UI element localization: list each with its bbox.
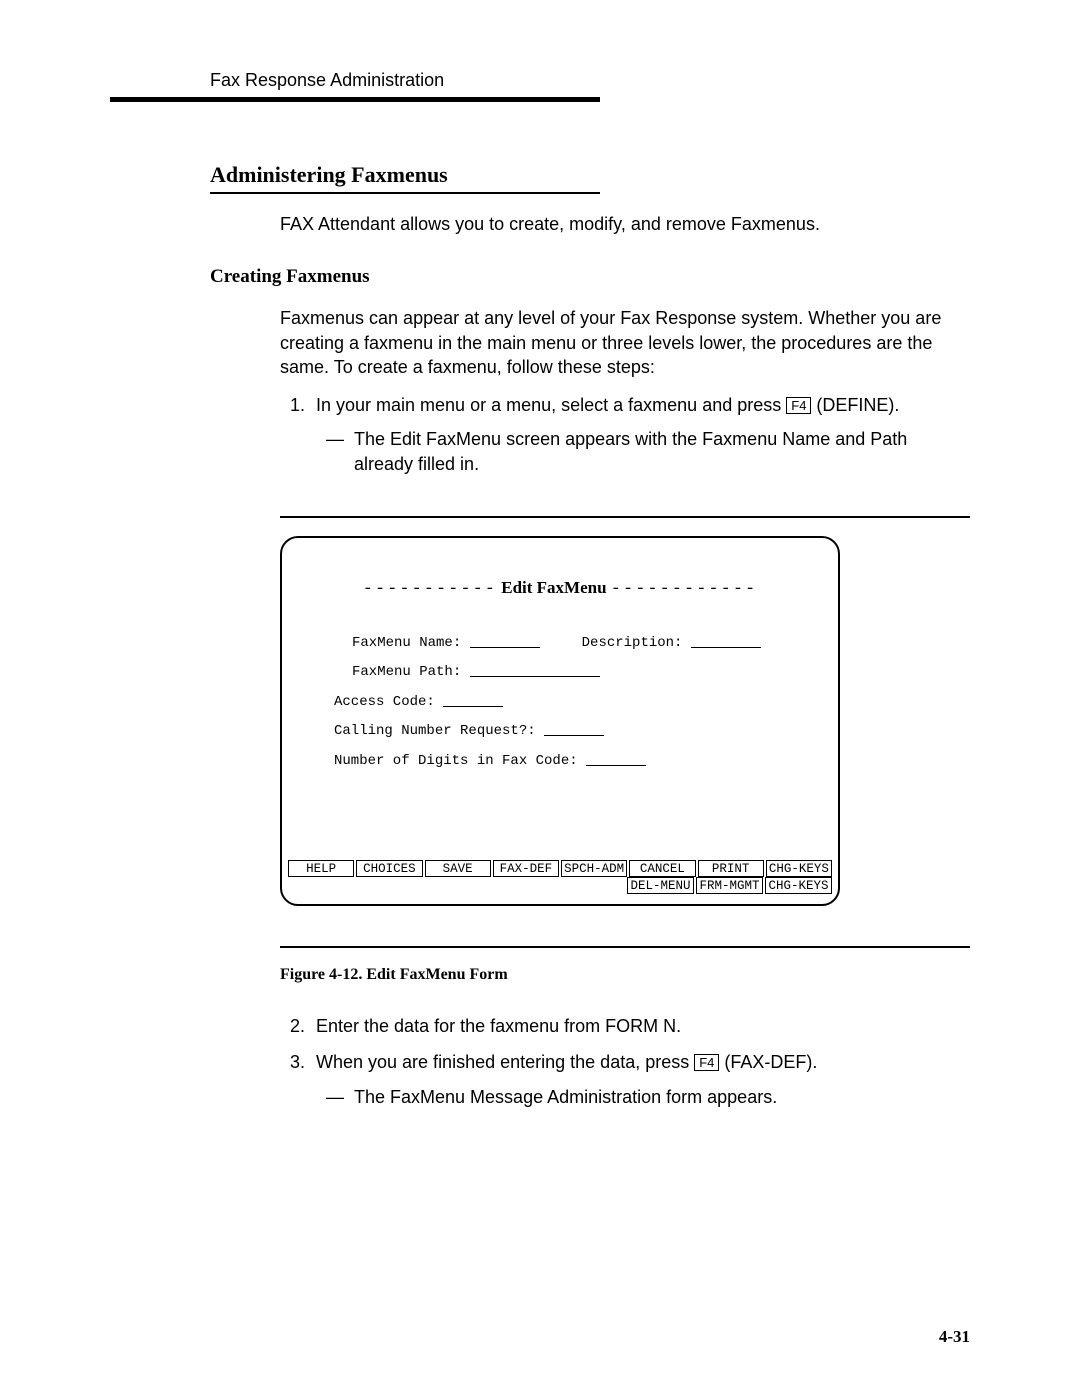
- form-title: Edit FaxMenu: [501, 578, 606, 597]
- fn-delmenu: DEL-MENU: [627, 877, 694, 894]
- key-f4-b: F4: [694, 1054, 719, 1071]
- label-faxmenu-path: FaxMenu Path:: [352, 664, 461, 680]
- form-title-row: ----------- Edit FaxMenu ------------: [292, 578, 828, 599]
- field-row-name: FaxMenu Name: Description:: [352, 629, 828, 658]
- fn-help: HELP: [288, 860, 354, 877]
- section-rule: [210, 192, 600, 194]
- fn-row-1: HELP CHOICES SAVE FAX-DEF SPCH-ADM CANCE…: [288, 860, 832, 877]
- fn-row-2: DEL-MENU FRM-MGMT CHG-KEYS: [288, 877, 832, 894]
- page: Fax Response Administration Administerin…: [0, 0, 1080, 1171]
- step-3-text-a: When you are finished entering the data,…: [316, 1052, 694, 1072]
- subsection-para: Faxmenus can appear at any level of your…: [280, 306, 970, 379]
- fn-choices: CHOICES: [356, 860, 422, 877]
- blank-path: [470, 665, 600, 677]
- fn-frmmgmt: FRM-MGMT: [696, 877, 763, 894]
- step-1-text-b: (DEFINE).: [811, 395, 899, 415]
- steps-list-continued: Enter the data for the faxmenu from FORM…: [280, 1014, 970, 1109]
- fn-chgkeys: CHG-KEYS: [766, 860, 832, 877]
- step-1-subitem: The Edit FaxMenu screen appears with the…: [348, 427, 970, 476]
- section-intro: FAX Attendant allows you to create, modi…: [280, 212, 970, 236]
- subsection-title: Creating Faxmenus: [210, 266, 970, 288]
- step-2: Enter the data for the faxmenu from FORM…: [310, 1014, 970, 1038]
- step-3-subitem: The FaxMenu Message Administration form …: [348, 1085, 970, 1109]
- figure-separator-top: [280, 516, 970, 518]
- blank-digits: [586, 754, 646, 766]
- label-digits: Number of Digits in Fax Code:: [334, 753, 578, 769]
- field-row-digits: Number of Digits in Fax Code:: [334, 747, 828, 776]
- fn-chgkeys-2: CHG-KEYS: [765, 877, 832, 894]
- step-2-text: Enter the data for the faxmenu from FORM…: [316, 1016, 681, 1036]
- field-row-access: Access Code:: [334, 688, 828, 717]
- figure-separator-bottom: [280, 946, 970, 948]
- figure-caption: Figure 4-12. Edit FaxMenu Form: [280, 966, 970, 984]
- step-3: When you are finished entering the data,…: [310, 1050, 970, 1109]
- label-description: Description:: [582, 635, 683, 651]
- label-access-code: Access Code:: [334, 694, 435, 710]
- page-number: 4-31: [939, 1327, 970, 1347]
- field-row-calling: Calling Number Request?:: [334, 717, 828, 746]
- blank-description: [691, 636, 761, 648]
- content-area: Administering Faxmenus FAX Attendant all…: [110, 162, 970, 1109]
- dash-left: -----------: [363, 580, 497, 599]
- label-faxmenu-name: FaxMenu Name:: [352, 635, 461, 651]
- label-calling-request: Calling Number Request?:: [334, 723, 536, 739]
- blank-calling: [544, 724, 604, 736]
- blank-access: [443, 695, 503, 707]
- blank-name: [470, 636, 540, 648]
- steps-list: In your main menu or a menu, select a fa…: [280, 393, 970, 476]
- step-1-text-a: In your main menu or a menu, select a fa…: [316, 395, 786, 415]
- header-rule: [110, 97, 600, 102]
- fn-save: SAVE: [425, 860, 491, 877]
- running-header: Fax Response Administration: [110, 70, 970, 91]
- step-1: In your main menu or a menu, select a fa…: [310, 393, 970, 476]
- form-fields: FaxMenu Name: Description: FaxMenu Path:…: [292, 629, 828, 776]
- step-3-sublist: The FaxMenu Message Administration form …: [348, 1085, 970, 1109]
- fn-cancel: CANCEL: [629, 860, 695, 877]
- edit-faxmenu-form: ----------- Edit FaxMenu ------------ Fa…: [280, 536, 840, 906]
- function-keys: HELP CHOICES SAVE FAX-DEF SPCH-ADM CANCE…: [288, 860, 832, 894]
- fn-spchadm: SPCH-ADM: [561, 860, 627, 877]
- key-f4: F4: [786, 397, 811, 414]
- fn-faxdef: FAX-DEF: [493, 860, 559, 877]
- field-row-path: FaxMenu Path:: [352, 658, 828, 687]
- dash-right: ------------: [611, 580, 757, 599]
- step-1-sublist: The Edit FaxMenu screen appears with the…: [348, 427, 970, 476]
- fn-print: PRINT: [698, 860, 764, 877]
- section-title: Administering Faxmenus: [210, 162, 970, 188]
- step-3-text-b: (FAX-DEF).: [719, 1052, 817, 1072]
